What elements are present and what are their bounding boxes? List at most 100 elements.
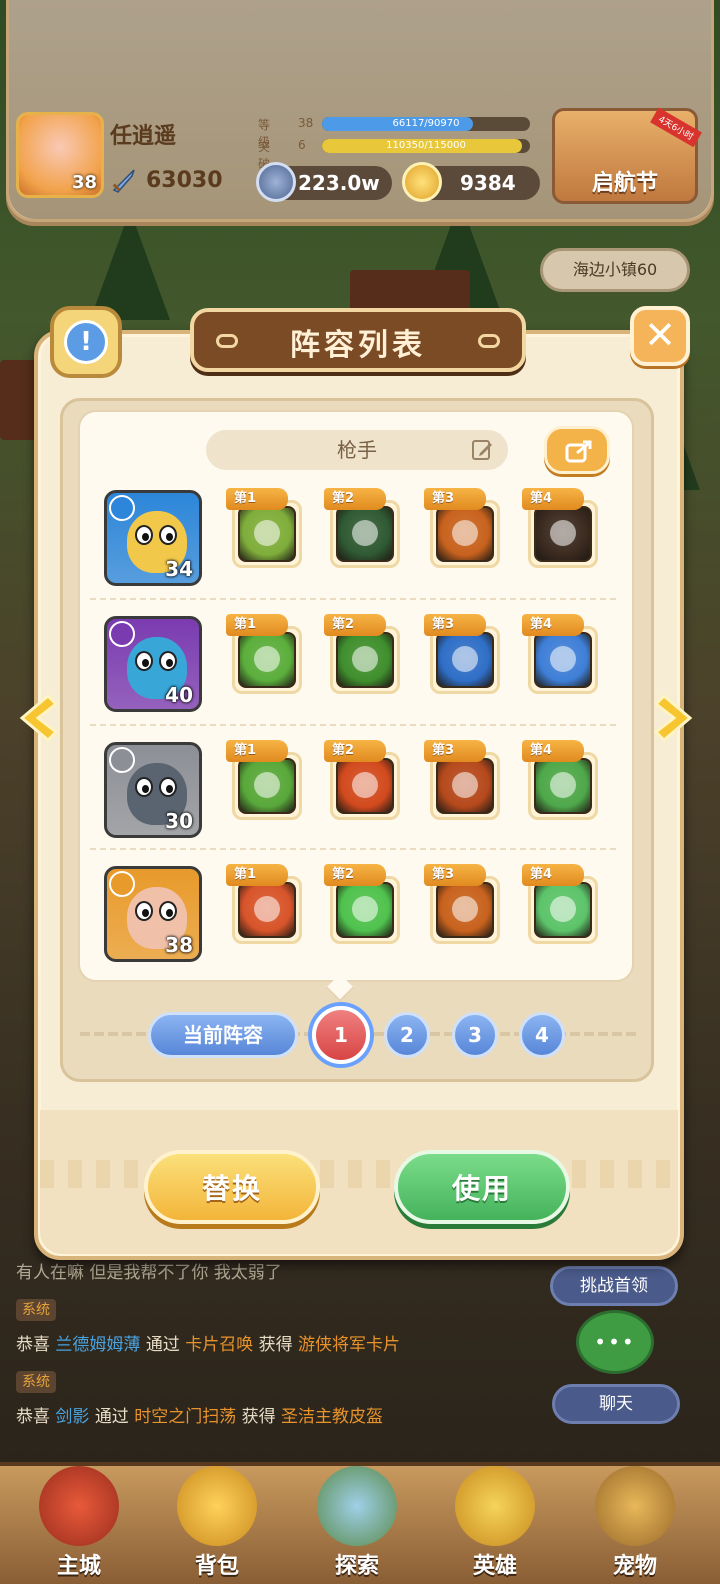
- level-stats: 等级 38 66117/90970 突破 6 110350/115000: [250, 110, 540, 171]
- skill-slot[interactable]: 第3: [424, 864, 500, 944]
- skill-slot-tag: 第3: [424, 488, 486, 510]
- event-banner[interactable]: 4天6小时 启航节: [552, 107, 702, 204]
- chat-partial-line: 有人在嘛 但是我帮不了你 我太弱了: [16, 1263, 282, 1283]
- skill-slot[interactable]: 第2: [324, 488, 400, 568]
- skill-slot-tag: 第3: [424, 864, 486, 886]
- gold-currency[interactable]: 9384: [402, 162, 540, 202]
- hero-level: 38: [165, 933, 193, 957]
- replace-button[interactable]: 替换: [144, 1150, 320, 1224]
- player-avatar[interactable]: 38: [16, 112, 104, 198]
- nav-heroes[interactable]: 英雄: [430, 1466, 560, 1584]
- skill-icon: [336, 506, 394, 562]
- skill-icon: [238, 758, 296, 814]
- chat-message-1: 恭喜 兰德姆姆薄 通过 卡片召唤 获得 游侠将军卡片: [16, 1335, 401, 1355]
- skill-slot-tag: 第2: [324, 740, 386, 762]
- skill-slot-tag: 第4: [522, 864, 584, 886]
- skill-slot[interactable]: 第2: [324, 864, 400, 944]
- breakthrough-progress-bar: 110350/115000: [322, 139, 530, 153]
- chat-bubble-icon[interactable]: [576, 1310, 654, 1374]
- edit-icon[interactable]: [470, 438, 494, 462]
- skill-icon: [534, 632, 592, 688]
- skill-icon: [534, 882, 592, 938]
- player-level: 38: [71, 172, 97, 193]
- silver-amount: 223.0w: [298, 171, 380, 195]
- event-timer-ribbon: 4天6小时: [649, 107, 702, 148]
- row-divider: [90, 598, 620, 600]
- system-tag: 系统: [16, 1371, 56, 1393]
- skill-icon: [436, 882, 494, 938]
- chat-feed[interactable]: 有人在嘛 但是我帮不了你 我太弱了 系统 恭喜 兰德姆姆薄 通过 卡片召唤 获得…: [16, 1255, 536, 1435]
- share-button[interactable]: [544, 426, 610, 474]
- skill-slot[interactable]: 第1: [226, 864, 302, 944]
- bottom-navigation: 主城 背包 探索 英雄 宠物: [0, 1462, 720, 1584]
- info-button[interactable]: !: [50, 306, 122, 378]
- skill-slot-tag: 第3: [424, 614, 486, 636]
- skill-icon: [534, 506, 592, 562]
- next-arrow-icon[interactable]: [650, 692, 698, 744]
- hero-type-icon: [109, 871, 135, 897]
- silver-currency[interactable]: 223.0w: [256, 162, 392, 202]
- backpack-icon: [177, 1466, 257, 1546]
- hero-level: 34: [165, 557, 193, 581]
- lineup-page-4[interactable]: 4: [519, 1012, 565, 1058]
- skill-icon: [534, 758, 592, 814]
- hero-card[interactable]: 40: [104, 616, 202, 712]
- use-button[interactable]: 使用: [394, 1150, 570, 1224]
- combat-power: 63030: [146, 168, 223, 193]
- skill-slot[interactable]: 第1: [226, 740, 302, 820]
- skill-slot[interactable]: 第4: [522, 740, 598, 820]
- silver-coin-icon: [256, 162, 296, 202]
- team-name: 枪手: [337, 438, 377, 462]
- skill-slot[interactable]: 第2: [324, 740, 400, 820]
- skill-slot[interactable]: 第2: [324, 614, 400, 694]
- skill-slot-tag: 第3: [424, 740, 486, 762]
- hero-type-icon: [109, 495, 135, 521]
- previous-arrow-icon[interactable]: [14, 692, 62, 744]
- nav-main-city[interactable]: 主城: [14, 1466, 144, 1584]
- modal-title: 阵容列表: [290, 328, 426, 363]
- hero-card[interactable]: 34: [104, 490, 202, 586]
- skill-icon: [336, 632, 394, 688]
- hero-level: 30: [165, 809, 193, 833]
- level-progress-bar: 66117/90970: [322, 117, 530, 131]
- skill-slot-tag: 第2: [324, 488, 386, 510]
- map-icon: [317, 1466, 397, 1546]
- lineup-page-1[interactable]: 1: [312, 1006, 370, 1064]
- skill-slot[interactable]: 第4: [522, 864, 598, 944]
- skill-slot-tag: 第4: [522, 614, 584, 636]
- hero-card[interactable]: 38: [104, 866, 202, 962]
- sword-icon: [112, 169, 135, 193]
- team-name-field[interactable]: 枪手: [206, 430, 508, 470]
- skill-slot[interactable]: 第1: [226, 488, 302, 568]
- player-name: 任逍遥: [110, 124, 177, 149]
- lineup-page-3[interactable]: 3: [452, 1012, 498, 1058]
- hero-type-icon: [109, 747, 135, 773]
- current-lineup-button[interactable]: 当前阵容: [148, 1012, 298, 1058]
- location-label[interactable]: 海边小镇60: [540, 248, 690, 292]
- challenge-boss-button[interactable]: 挑战首领: [550, 1266, 678, 1306]
- breakthrough-value: 6: [298, 138, 306, 152]
- nav-explore[interactable]: 探索: [292, 1466, 422, 1584]
- skill-slot-tag: 第2: [324, 864, 386, 886]
- skill-slot-tag: 第2: [324, 614, 386, 636]
- skill-slot[interactable]: 第1: [226, 614, 302, 694]
- skill-slot[interactable]: 第4: [522, 488, 598, 568]
- hero-icon: [455, 1466, 535, 1546]
- close-button[interactable]: ✕: [630, 306, 690, 366]
- skill-icon: [336, 758, 394, 814]
- lineup-page-2[interactable]: 2: [384, 1012, 430, 1058]
- nav-backpack[interactable]: 背包: [152, 1466, 282, 1584]
- skill-slot[interactable]: 第3: [424, 488, 500, 568]
- hero-card[interactable]: 30: [104, 742, 202, 838]
- skill-slot-tag: 第1: [226, 740, 288, 762]
- skill-slot[interactable]: 第4: [522, 614, 598, 694]
- skill-slot[interactable]: 第3: [424, 614, 500, 694]
- nav-pets[interactable]: 宠物: [570, 1466, 700, 1584]
- chat-button[interactable]: 聊天: [552, 1384, 680, 1424]
- skill-icon: [238, 882, 296, 938]
- info-icon: !: [64, 320, 108, 364]
- skill-slot[interactable]: 第3: [424, 740, 500, 820]
- row-divider: [90, 848, 620, 850]
- hero-level: 40: [165, 683, 193, 707]
- modal-title-banner: 阵容列表: [190, 308, 526, 372]
